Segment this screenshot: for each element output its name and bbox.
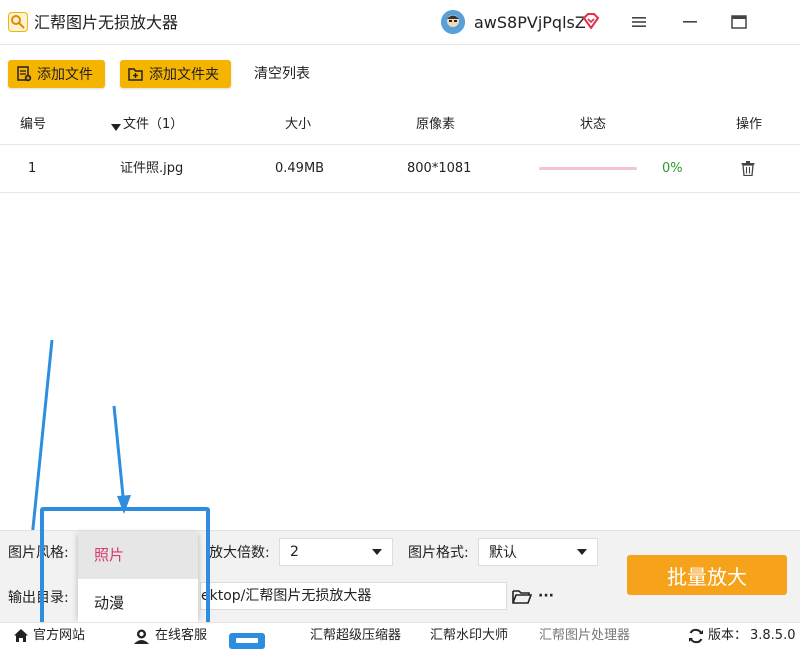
online-service-link[interactable]: 在线客服 xyxy=(155,628,207,644)
folder-open-icon[interactable] xyxy=(512,589,533,609)
scale-value: 2 xyxy=(290,544,299,560)
version-value: 3.8.5.0 xyxy=(750,628,796,643)
batch-enlarge-button[interactable]: 批量放大 xyxy=(627,555,787,595)
output-dir-input[interactable]: ektop/汇帮图片无损放大器 xyxy=(200,582,507,610)
version-label: 版本： xyxy=(708,628,748,643)
compressor-link[interactable]: 汇帮超级压缩器 xyxy=(310,628,401,644)
scale-select[interactable]: 2 xyxy=(279,538,393,566)
footer-mark-inner xyxy=(236,638,258,643)
refresh-icon[interactable] xyxy=(688,628,704,648)
scale-label: 放大倍数: xyxy=(209,545,270,561)
home-icon xyxy=(13,628,29,647)
support-icon xyxy=(133,628,150,648)
more-options[interactable]: ··· xyxy=(538,588,554,604)
format-label: 图片格式: xyxy=(408,545,469,561)
chevron-down-icon xyxy=(372,549,382,555)
chevron-down-icon xyxy=(577,549,587,555)
watermark-link[interactable]: 汇帮水印大师 xyxy=(430,628,508,644)
format-value: 默认 xyxy=(489,545,517,561)
official-site-link[interactable]: 官方网站 xyxy=(33,628,85,644)
processor-link[interactable]: 汇帮图片处理器 xyxy=(539,628,630,644)
format-select[interactable]: 默认 xyxy=(478,538,598,566)
